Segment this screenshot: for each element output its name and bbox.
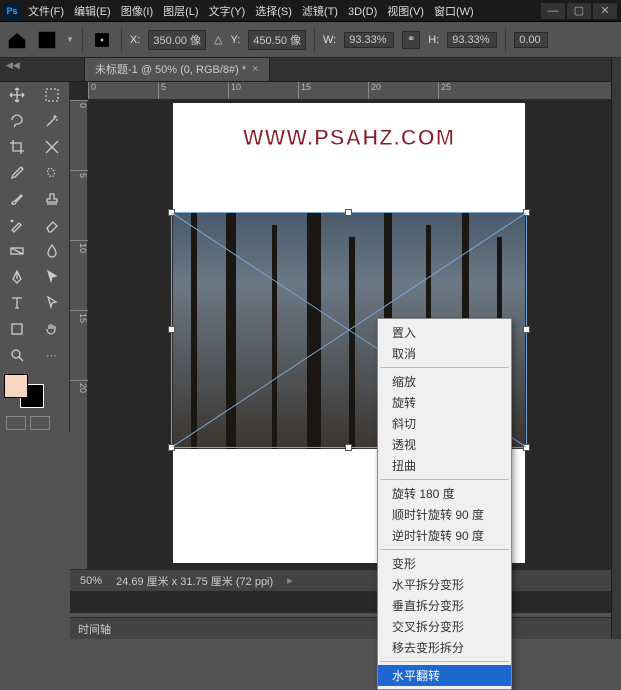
link-wh-button[interactable]: ⚭ [402, 31, 420, 49]
document-tab[interactable]: 未标题-1 @ 50% (0, RGB/8#) * × [84, 57, 270, 81]
context-menu-item[interactable]: 逆时针旋转 90 度 [378, 525, 511, 546]
vertical-ruler: 05101520 [70, 100, 88, 591]
anchor-grid-icon[interactable] [91, 29, 113, 51]
context-menu-item[interactable]: 旋转 [378, 392, 511, 413]
w-label: W: [323, 34, 336, 46]
hand-tool[interactable] [35, 316, 69, 342]
home-icon[interactable] [6, 29, 28, 51]
menu-item[interactable]: 选择(S) [255, 6, 292, 18]
blur-tool[interactable] [35, 238, 69, 264]
context-menu-item[interactable]: 顺时针旋转 90 度 [378, 504, 511, 525]
timeline-panel[interactable]: 时间轴 [70, 617, 621, 639]
maximize-button[interactable]: ▢ [567, 3, 591, 19]
transform-context-menu: 置入取消缩放旋转斜切透视扭曲旋转 180 度顺时针旋转 90 度逆时针旋转 90… [377, 318, 512, 690]
zoom-tool[interactable] [0, 342, 34, 368]
x-label: X: [130, 34, 140, 46]
direct-select-tool[interactable] [35, 290, 69, 316]
doc-dimensions: 24.69 厘米 x 31.75 厘米 (72 ppi) [116, 573, 273, 589]
collapse-icon[interactable]: ◀◀ [6, 60, 20, 71]
menu-item[interactable]: 视图(V) [387, 6, 424, 18]
context-menu-item[interactable]: 缩放 [378, 371, 511, 392]
menu-item[interactable]: 3D(D) [348, 6, 377, 18]
status-bar: 50% 24.69 厘米 x 31.75 厘米 (72 ppi) ▸ [70, 569, 621, 591]
type-tool[interactable] [0, 290, 34, 316]
context-menu-item[interactable]: 扭曲 [378, 455, 511, 476]
wand-tool[interactable] [35, 108, 69, 134]
dropdown-icon[interactable]: ▼ [66, 35, 74, 44]
h-label: H: [428, 34, 439, 46]
close-tab-icon[interactable]: × [252, 63, 258, 75]
menu-item[interactable]: 文字(Y) [209, 6, 246, 18]
context-menu-item[interactable]: 透视 [378, 434, 511, 455]
marquee-tool[interactable] [35, 82, 69, 108]
gradient-tool[interactable] [0, 238, 34, 264]
y-input[interactable]: 450.50 像 [248, 30, 306, 50]
patch-tool[interactable] [35, 160, 69, 186]
path-select-tool[interactable] [35, 264, 69, 290]
pen-tool[interactable] [0, 264, 34, 290]
context-menu-item[interactable]: 变形 [378, 553, 511, 574]
timeline-label: 时间轴 [78, 621, 111, 637]
menu-item[interactable]: 图层(L) [163, 6, 198, 18]
horizontal-ruler: 0510152025 [88, 82, 621, 100]
right-dock[interactable] [611, 58, 621, 639]
zoom-value[interactable]: 50% [80, 575, 102, 587]
h-input[interactable]: 93.33% [447, 32, 497, 48]
minimize-button[interactable]: — [541, 3, 565, 19]
lasso-tool[interactable] [0, 108, 34, 134]
shape-tool[interactable] [0, 316, 34, 342]
context-menu-item[interactable]: 交叉拆分变形 [378, 616, 511, 637]
menu-bar: 文件(F) 编辑(E) 图像(I) 图层(L) 文字(Y) 选择(S) 滤镜(T) 3D(D)… [28, 3, 484, 19]
x-input[interactable]: 350.00 像 [148, 30, 206, 50]
context-menu-item[interactable]: 旋转 180 度 [378, 483, 511, 504]
menu-item[interactable]: 图像(I) [121, 6, 153, 18]
menu-item[interactable]: 窗口(W) [434, 6, 474, 18]
context-menu-item[interactable]: 水平拆分变形 [378, 574, 511, 595]
color-swatches[interactable] [4, 374, 44, 408]
extra-input[interactable]: 0.00 [514, 32, 548, 48]
brush-tool[interactable] [0, 186, 34, 212]
quickmask-button[interactable] [30, 416, 50, 430]
move-tool[interactable] [0, 82, 34, 108]
context-menu-item[interactable]: 取消 [378, 343, 511, 364]
y-label: Y: [231, 34, 241, 46]
standard-mode-button[interactable] [6, 416, 26, 430]
context-menu-item[interactable]: 置入 [378, 322, 511, 343]
slice-tool[interactable] [35, 134, 69, 160]
history-brush-tool[interactable] [0, 212, 34, 238]
menu-item[interactable]: 文件(F) [28, 6, 64, 18]
menu-item[interactable]: 滤镜(T) [302, 6, 338, 18]
watermark-text: WWW.PSAHZ.COM [243, 125, 455, 151]
edit-toolbar[interactable]: ⋯ [35, 342, 69, 368]
toolbox: ⋯ [0, 82, 70, 432]
swap-xy-icon[interactable]: △ [214, 33, 222, 46]
close-button[interactable]: ✕ [593, 3, 617, 19]
eraser-tool[interactable] [35, 212, 69, 238]
menu-item[interactable]: 编辑(E) [74, 6, 111, 18]
ps-logo: Ps [4, 3, 20, 19]
w-input[interactable]: 93.33% [344, 32, 394, 48]
fg-swatch[interactable] [4, 374, 28, 398]
context-menu-item[interactable]: 移去变形拆分 [378, 637, 511, 658]
options-bar: ▼ X: 350.00 像 △ Y: 450.50 像 W: 93.33% ⚭ … [0, 22, 621, 58]
crop-tool[interactable] [0, 134, 34, 160]
document-tab-label: 未标题-1 @ 50% (0, RGB/8#) * [95, 61, 246, 77]
stamp-tool[interactable] [35, 186, 69, 212]
status-caret-icon[interactable]: ▸ [287, 574, 293, 587]
eyedropper-tool[interactable] [0, 160, 34, 186]
context-menu-item[interactable]: 垂直拆分变形 [378, 595, 511, 616]
context-menu-item[interactable]: 斜切 [378, 413, 511, 434]
transform-icon[interactable] [36, 29, 58, 51]
context-menu-item-highlighted[interactable]: 水平翻转 [378, 665, 511, 686]
